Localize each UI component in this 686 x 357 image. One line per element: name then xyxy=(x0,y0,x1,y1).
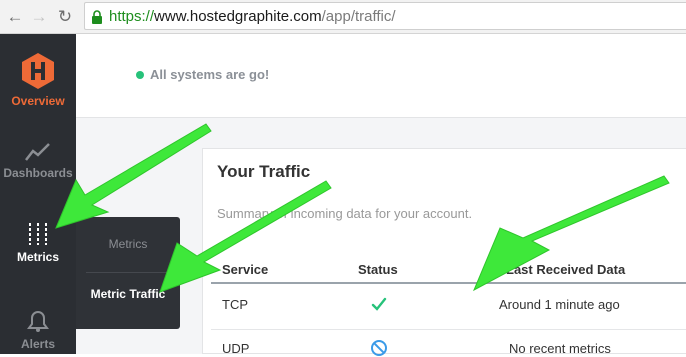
check-icon xyxy=(371,297,387,311)
bell-icon xyxy=(27,310,49,332)
hostedgraphite-logo-icon xyxy=(22,53,54,89)
table-header-divider xyxy=(211,282,686,284)
url-path: /app/traffic/ xyxy=(321,8,396,25)
sidebar: Overview Dashboards Metrics Alerts xyxy=(0,34,76,354)
metrics-submenu: Metrics Metric Traffic xyxy=(76,217,180,329)
table-row-divider xyxy=(211,329,686,330)
back-icon[interactable]: ← xyxy=(4,6,26,28)
card-title: Your Traffic xyxy=(217,162,311,181)
forward-icon[interactable]: → xyxy=(28,6,50,28)
submenu-item-metrics[interactable]: Metrics xyxy=(86,237,170,251)
sidebar-item-metrics[interactable]: Metrics xyxy=(0,222,76,264)
sidebar-item-label: Alerts xyxy=(20,337,55,351)
column-header-service: Service xyxy=(222,262,269,277)
address-bar[interactable]: https://www.hostedgraphite.com/app/traff… xyxy=(84,2,686,30)
traffic-card: Your Traffic Summary of incoming data fo… xyxy=(202,148,686,356)
sidebar-item-dashboards[interactable]: Dashboards xyxy=(0,142,76,180)
sidebar-item-label: Metrics xyxy=(16,250,60,264)
lock-icon xyxy=(92,10,102,24)
column-header-status: Status xyxy=(358,262,398,277)
submenu-item-metric-traffic[interactable]: Metric Traffic xyxy=(86,287,170,301)
status-ok-indicator xyxy=(136,71,144,79)
sidebar-item-overview[interactable]: Overview xyxy=(0,52,76,108)
table-cell-service: TCP xyxy=(222,297,248,312)
sliders-icon xyxy=(29,223,47,245)
table-cell-last-received: Around 1 minute ago xyxy=(499,297,620,312)
url-scheme: https:// xyxy=(109,8,155,25)
card-subtitle: Summary of incoming data for your accoun… xyxy=(217,206,473,221)
sidebar-item-label: Overview xyxy=(11,94,65,108)
url-host: www.hostedgraphite.com xyxy=(154,8,322,25)
status-bar: All systems are go! xyxy=(76,34,686,118)
line-chart-icon xyxy=(25,143,50,161)
submenu-divider xyxy=(86,272,170,273)
reload-icon[interactable]: ↻ xyxy=(54,6,76,28)
blocked-icon xyxy=(371,340,387,356)
column-header-last-received: Last Received Data xyxy=(506,262,626,277)
sidebar-item-alerts[interactable]: Alerts xyxy=(0,309,76,351)
sidebar-item-label: Dashboards xyxy=(3,166,73,180)
browser-toolbar: ← → ↻ https://www.hostedgraphite.com/app… xyxy=(0,0,686,34)
status-text: All systems are go! xyxy=(150,67,270,82)
url-text: https://www.hostedgraphite.com/app/traff… xyxy=(109,8,396,25)
